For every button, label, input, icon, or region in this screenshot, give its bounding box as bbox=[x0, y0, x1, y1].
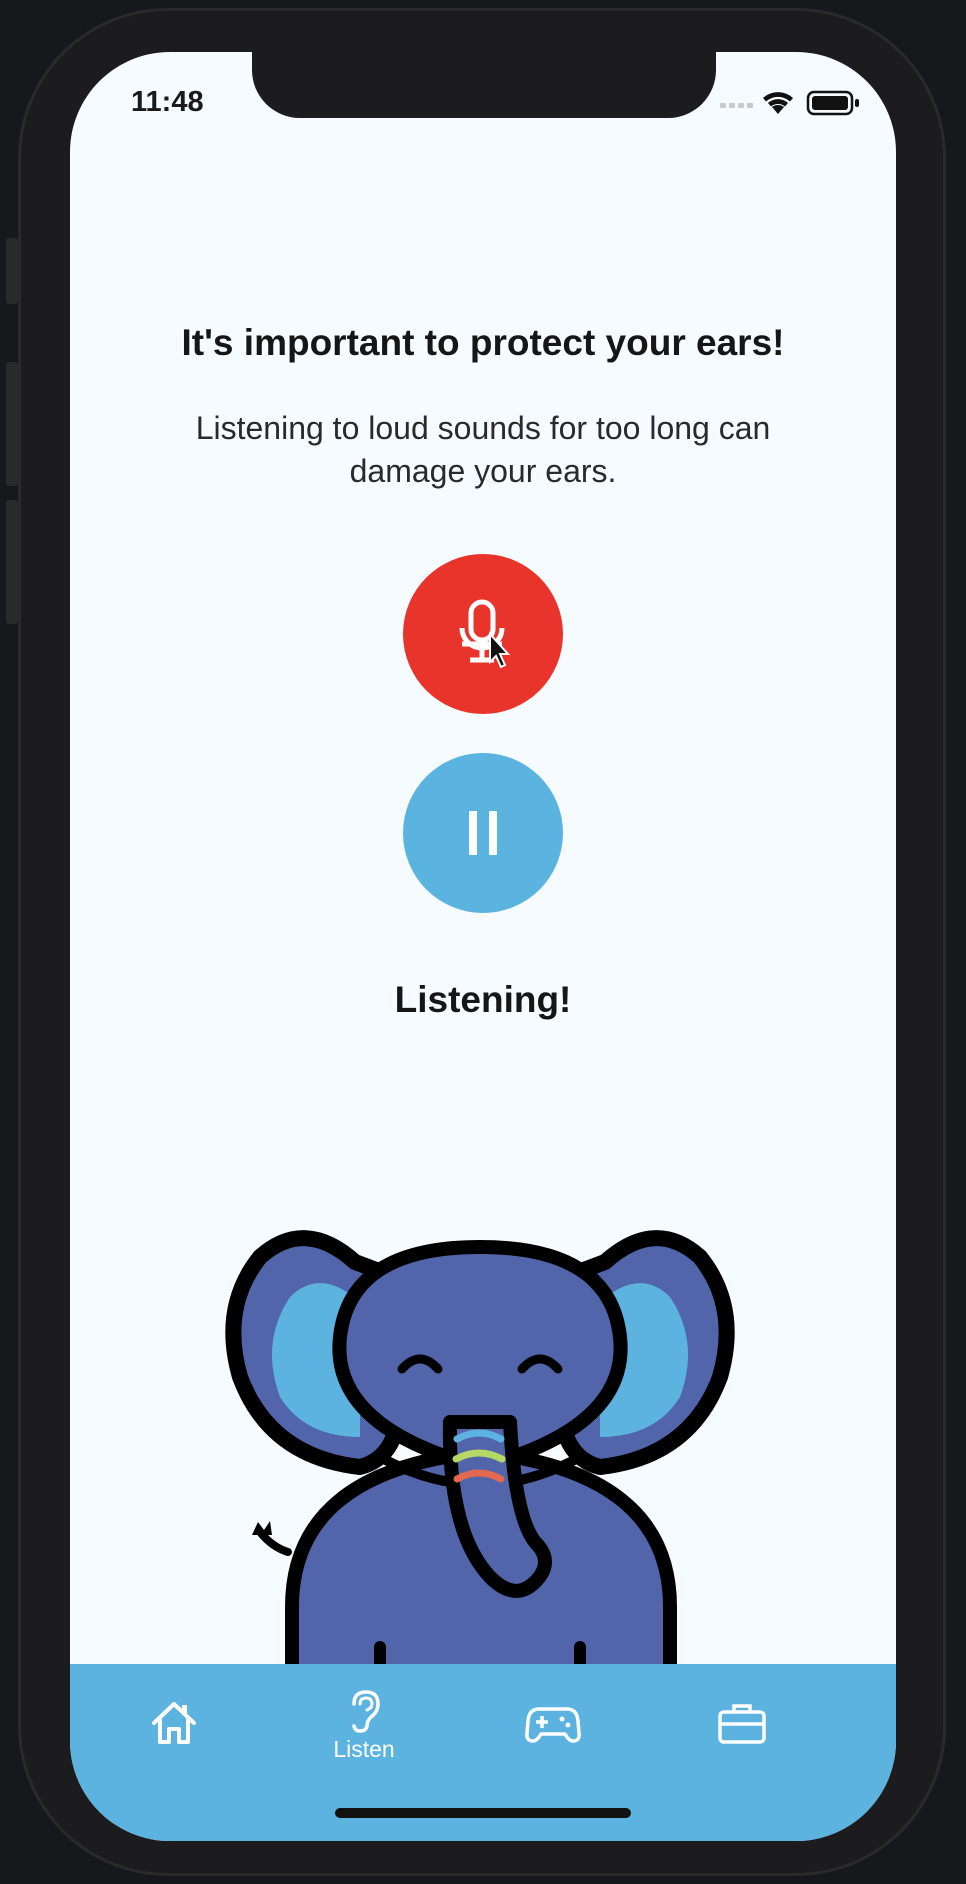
listening-status: Listening! bbox=[394, 979, 572, 1020]
tab-games[interactable] bbox=[513, 1664, 593, 1784]
battery-icon bbox=[806, 90, 859, 116]
tab-home[interactable] bbox=[134, 1664, 214, 1784]
mic-off-button[interactable] bbox=[403, 554, 563, 714]
page-subtitle: Listening to loud sounds for too long ca… bbox=[195, 410, 771, 489]
gamepad-icon bbox=[525, 1707, 581, 1743]
home-icon bbox=[152, 1702, 196, 1744]
signal-icon bbox=[720, 103, 753, 108]
briefcase-icon bbox=[718, 1704, 766, 1744]
volume-up-button bbox=[6, 362, 18, 486]
wifi-icon bbox=[763, 92, 793, 114]
elephant-mascot bbox=[225, 1230, 735, 1667]
tab-listen[interactable]: Listen bbox=[324, 1664, 404, 1784]
volume-down-button bbox=[6, 500, 18, 624]
tab-tools[interactable] bbox=[702, 1664, 782, 1784]
home-indicator[interactable] bbox=[335, 1808, 631, 1818]
mute-switch bbox=[6, 238, 18, 304]
page-title: It's important to protect your ears! bbox=[181, 322, 785, 363]
pause-icon bbox=[469, 811, 497, 855]
tab-listen-label: Listen bbox=[333, 1735, 395, 1762]
status-icons bbox=[718, 88, 888, 118]
app-screen: 11:48 It's important to protect your ear… bbox=[70, 52, 896, 1841]
mic-off-icon bbox=[459, 599, 511, 669]
ear-icon bbox=[352, 1689, 380, 1733]
notch bbox=[252, 52, 716, 118]
status-time: 11:48 bbox=[131, 86, 204, 118]
pause-button[interactable] bbox=[403, 753, 563, 913]
